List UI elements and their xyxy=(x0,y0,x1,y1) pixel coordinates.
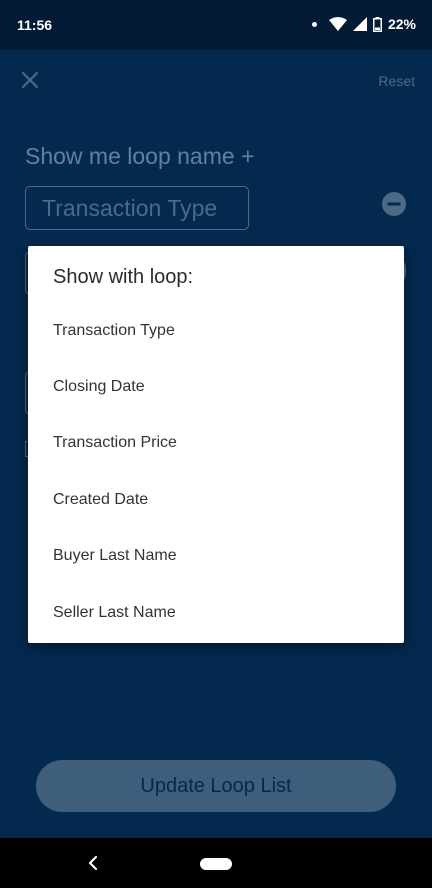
dialog-title: Show with loop: xyxy=(53,266,194,288)
battery-icon xyxy=(372,16,382,32)
option-seller-last-name[interactable]: Seller Last Name xyxy=(53,593,383,633)
system-nav-bar xyxy=(0,838,432,888)
option-transaction-type[interactable]: Transaction Type xyxy=(53,311,383,351)
remove-circle-icon[interactable] xyxy=(381,191,407,217)
option-transaction-price[interactable]: Transaction Price xyxy=(53,423,383,463)
wifi-icon xyxy=(328,17,347,31)
status-time: 11:56 xyxy=(17,17,53,33)
status-icons: 22% xyxy=(311,16,416,32)
notification-dot-icon xyxy=(311,21,317,27)
option-created-date[interactable]: Created Date xyxy=(53,480,383,520)
show-with-loop-dialog: Show with loop: Transaction Type Closing… xyxy=(28,246,404,643)
option-closing-date[interactable]: Closing Date xyxy=(53,367,383,407)
update-loop-list-button[interactable]: Update Loop List xyxy=(36,760,396,812)
home-pill[interactable] xyxy=(200,858,232,870)
back-icon[interactable] xyxy=(86,853,100,873)
battery-percent: 22% xyxy=(387,16,416,32)
option-buyer-last-name[interactable]: Buyer Last Name xyxy=(53,536,383,576)
status-bar: 11:56 22% xyxy=(0,0,432,50)
selected-field-chip[interactable]: Transaction Type xyxy=(25,186,249,230)
close-icon[interactable] xyxy=(20,70,40,90)
section-title[interactable]: Show me loop name + xyxy=(25,143,255,170)
signal-icon xyxy=(352,17,367,31)
reset-button[interactable]: Reset xyxy=(378,73,415,89)
